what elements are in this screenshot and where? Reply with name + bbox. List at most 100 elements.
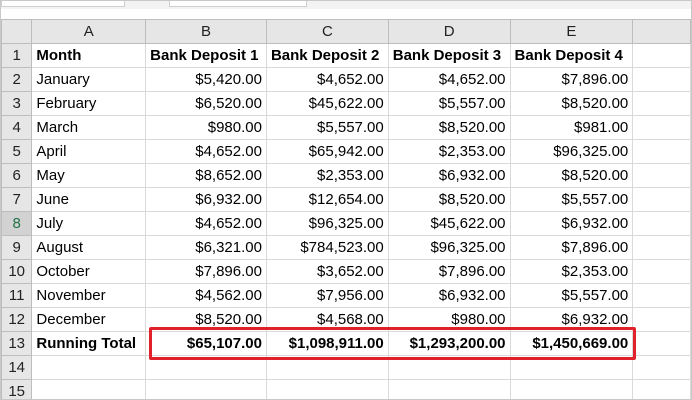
header-cell-deposit[interactable]: Bank Deposit 1 xyxy=(145,43,267,68)
amount-cell[interactable]: $65,942.00 xyxy=(265,139,389,164)
header-cell-deposit[interactable]: Bank Deposit 2 xyxy=(265,43,389,68)
empty-cell[interactable] xyxy=(145,379,267,399)
amount-cell[interactable]: $5,557.00 xyxy=(265,115,389,140)
row-header[interactable]: 9 xyxy=(1,235,33,260)
header-cell-month[interactable]: Month xyxy=(31,43,147,68)
empty-cell[interactable] xyxy=(632,355,691,380)
top-tab-fragment[interactable] xyxy=(169,1,307,7)
select-all-corner[interactable] xyxy=(1,19,33,44)
amount-cell[interactable]: $3,652.00 xyxy=(265,259,389,284)
amount-cell[interactable]: $784,523.00 xyxy=(265,235,389,260)
amount-cell[interactable]: $7,896.00 xyxy=(387,259,511,284)
row-header[interactable]: 7 xyxy=(1,187,33,212)
month-cell[interactable]: June xyxy=(31,187,147,212)
month-cell[interactable]: October xyxy=(31,259,147,284)
amount-cell[interactable]: $8,520.00 xyxy=(509,91,634,116)
amount-cell[interactable]: $45,622.00 xyxy=(265,91,389,116)
row-header[interactable]: 14 xyxy=(1,355,33,380)
month-cell[interactable]: December xyxy=(31,307,147,332)
empty-cell[interactable] xyxy=(632,235,691,260)
amount-cell[interactable]: $12,654.00 xyxy=(265,187,389,212)
amount-cell[interactable]: $4,562.00 xyxy=(145,283,267,308)
empty-cell[interactable] xyxy=(632,283,691,308)
month-cell[interactable]: April xyxy=(31,139,147,164)
running-total-label[interactable]: Running Total xyxy=(31,331,147,356)
amount-cell[interactable]: $2,353.00 xyxy=(387,139,511,164)
row-header[interactable]: 4 xyxy=(1,115,33,140)
amount-cell[interactable]: $6,932.00 xyxy=(509,211,634,236)
header-cell-deposit[interactable]: Bank Deposit 3 xyxy=(387,43,511,68)
row-header[interactable]: 13 xyxy=(1,331,33,356)
column-header-b[interactable]: B xyxy=(145,19,267,44)
header-cell-deposit[interactable]: Bank Deposit 4 xyxy=(509,43,634,68)
column-header-a[interactable]: A xyxy=(31,19,147,44)
amount-cell[interactable]: $4,652.00 xyxy=(145,139,267,164)
amount-cell[interactable]: $7,896.00 xyxy=(509,67,634,92)
amount-cell[interactable]: $2,353.00 xyxy=(509,259,634,284)
month-cell[interactable]: May xyxy=(31,163,147,188)
row-header[interactable]: 6 xyxy=(1,163,33,188)
column-header-f[interactable] xyxy=(632,19,691,44)
amount-cell[interactable]: $5,557.00 xyxy=(387,91,511,116)
row-header[interactable]: 3 xyxy=(1,91,33,116)
amount-cell[interactable]: $96,325.00 xyxy=(509,139,634,164)
empty-cell[interactable] xyxy=(632,187,691,212)
month-cell[interactable]: July xyxy=(31,211,147,236)
empty-cell[interactable] xyxy=(632,163,691,188)
amount-cell[interactable]: $8,652.00 xyxy=(145,163,267,188)
column-header-d[interactable]: D xyxy=(387,19,511,44)
row-header[interactable]: 8 xyxy=(1,211,33,236)
month-cell[interactable]: August xyxy=(31,235,147,260)
amount-cell[interactable]: $5,557.00 xyxy=(509,187,634,212)
amount-cell[interactable]: $8,520.00 xyxy=(387,187,511,212)
amount-cell[interactable]: $4,652.00 xyxy=(387,67,511,92)
month-cell[interactable]: November xyxy=(31,283,147,308)
row-header[interactable]: 10 xyxy=(1,259,33,284)
amount-cell[interactable]: $8,520.00 xyxy=(509,163,634,188)
row-header[interactable]: 12 xyxy=(1,307,33,332)
month-cell[interactable]: March xyxy=(31,115,147,140)
column-header-c[interactable]: C xyxy=(265,19,389,44)
column-header-e[interactable]: E xyxy=(509,19,634,44)
amount-cell[interactable]: $980.00 xyxy=(145,115,267,140)
month-cell[interactable]: February xyxy=(31,91,147,116)
amount-cell[interactable]: $6,520.00 xyxy=(145,91,267,116)
row-header[interactable]: 2 xyxy=(1,67,33,92)
amount-cell[interactable]: $4,652.00 xyxy=(145,211,267,236)
row-header[interactable]: 1 xyxy=(1,43,33,68)
amount-cell[interactable]: $6,932.00 xyxy=(387,163,511,188)
empty-cell[interactable] xyxy=(632,67,691,92)
empty-cell[interactable] xyxy=(632,115,691,140)
empty-cell[interactable] xyxy=(632,43,691,68)
empty-cell[interactable] xyxy=(31,379,147,399)
amount-cell[interactable]: $96,325.00 xyxy=(265,211,389,236)
empty-cell[interactable] xyxy=(632,259,691,284)
empty-cell[interactable] xyxy=(509,379,634,399)
amount-cell[interactable]: $6,932.00 xyxy=(387,283,511,308)
amount-cell[interactable]: $8,520.00 xyxy=(387,115,511,140)
row-header[interactable]: 15 xyxy=(1,379,33,399)
amount-cell[interactable]: $4,652.00 xyxy=(265,67,389,92)
amount-cell[interactable]: $6,932.00 xyxy=(145,187,267,212)
empty-cell[interactable] xyxy=(632,331,691,356)
empty-cell[interactable] xyxy=(632,379,691,399)
amount-cell[interactable]: $7,896.00 xyxy=(145,259,267,284)
amount-cell[interactable]: $2,353.00 xyxy=(265,163,389,188)
empty-cell[interactable] xyxy=(31,355,147,380)
empty-cell[interactable] xyxy=(387,379,511,399)
amount-cell[interactable]: $45,622.00 xyxy=(387,211,511,236)
amount-cell[interactable]: $7,956.00 xyxy=(265,283,389,308)
month-cell[interactable]: January xyxy=(31,67,147,92)
row-header[interactable]: 5 xyxy=(1,139,33,164)
amount-cell[interactable]: $6,321.00 xyxy=(145,235,267,260)
amount-cell[interactable]: $7,896.00 xyxy=(509,235,634,260)
empty-cell[interactable] xyxy=(632,139,691,164)
empty-cell[interactable] xyxy=(265,379,389,399)
empty-cell[interactable] xyxy=(632,91,691,116)
amount-cell[interactable]: $981.00 xyxy=(509,115,634,140)
top-tab-fragment[interactable] xyxy=(1,1,125,7)
empty-cell[interactable] xyxy=(632,307,691,332)
row-header[interactable]: 11 xyxy=(1,283,33,308)
amount-cell[interactable]: $5,420.00 xyxy=(145,67,267,92)
empty-cell[interactable] xyxy=(632,211,691,236)
